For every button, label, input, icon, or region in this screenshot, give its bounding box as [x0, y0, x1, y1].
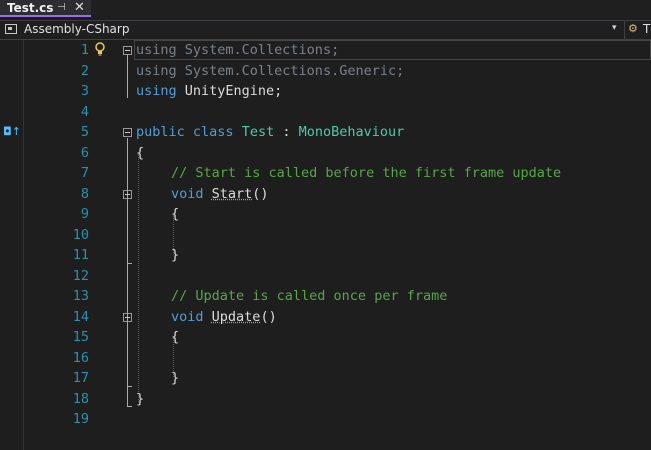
tab-title: Test.cs — [7, 1, 54, 15]
keyword: public — [136, 124, 185, 140]
parens: () — [252, 185, 269, 202]
line-number: 14 — [72, 308, 89, 325]
code-line[interactable]: 3 using UnityEngine; — [24, 81, 651, 102]
code-line[interactable]: 12 — [24, 266, 651, 287]
line-number: 9 — [80, 206, 89, 222]
line-number: 16 — [72, 349, 89, 366]
brace: { — [171, 206, 180, 222]
code-line[interactable]: 6 { — [24, 143, 651, 164]
keyword: void — [171, 308, 204, 325]
project-icon — [5, 24, 17, 34]
project-dropdown[interactable]: Assembly-CSharp ▾ — [0, 21, 625, 40]
line-number: 1 — [80, 42, 89, 58]
code-line[interactable]: 8 void Start() — [24, 184, 651, 205]
class-member-icon[interactable]: ⚙ — [628, 22, 638, 35]
code-line[interactable]: 5 public class Test : MonoBehaviour — [24, 122, 651, 143]
line-number: 17 — [72, 370, 89, 386]
line-number: 15 — [72, 329, 89, 345]
base-class-name: MonoBehaviour — [298, 124, 405, 140]
collapse-toggle[interactable] — [123, 312, 132, 322]
code-line[interactable]: 15 { — [24, 327, 651, 348]
document-tab-strip: Test.cs ⊣ ✕ — [0, 0, 651, 17]
code-line[interactable]: 18 } — [24, 389, 651, 410]
code-line[interactable]: 10 — [24, 225, 651, 246]
line-number: 10 — [72, 226, 89, 243]
brace: } — [171, 370, 180, 386]
line-number: 11 — [72, 247, 89, 263]
lightbulb-icon[interactable] — [94, 42, 106, 56]
line-number: 8 — [80, 185, 89, 202]
pin-icon[interactable]: ⊣ — [57, 2, 66, 13]
collapse-toggle[interactable] — [123, 189, 132, 199]
line-number: 13 — [72, 288, 89, 304]
colon: : — [274, 124, 299, 140]
code-line[interactable]: 9 { — [24, 204, 651, 225]
code-editor[interactable]: 1 using System.Collections; 2 using Syst… — [24, 40, 651, 450]
navbar-divider — [624, 21, 625, 40]
chevron-down-icon: ▾ — [612, 23, 617, 33]
comment: // Start is called before the first fram… — [171, 165, 562, 181]
code-line[interactable]: 14 void Update() — [24, 307, 651, 328]
implementation-indicator-icon[interactable]: ◘↑ — [3, 125, 21, 138]
line-number: 12 — [72, 267, 89, 284]
type-dropdown-label[interactable]: T — [643, 22, 650, 36]
keyword: void — [171, 185, 204, 202]
code-line[interactable]: 4 — [24, 102, 651, 123]
brace: } — [136, 390, 145, 407]
keyword: using — [136, 62, 177, 79]
tab-test-cs[interactable]: Test.cs ⊣ ✕ — [0, 0, 91, 17]
collapse-toggle[interactable] — [123, 128, 132, 137]
code-line[interactable]: 7 // Start is called before the first fr… — [24, 163, 651, 184]
code-line[interactable]: 2 using System.Collections.Generic; — [24, 61, 651, 82]
line-number: 19 — [72, 411, 89, 427]
method-name: Start — [211, 185, 253, 202]
code-line[interactable]: 11 } — [24, 245, 651, 266]
line-number: 7 — [80, 165, 89, 181]
code-line[interactable]: 16 — [24, 348, 651, 369]
collapse-toggle[interactable] — [123, 46, 132, 55]
line-number: 5 — [80, 124, 89, 140]
comment: // Update is called once per frame — [171, 288, 448, 304]
brace: { — [136, 144, 145, 161]
close-icon[interactable]: ✕ — [74, 0, 85, 15]
code-line[interactable]: 13 // Update is called once per frame — [24, 286, 651, 307]
line-number: 6 — [80, 144, 89, 161]
line-number: 3 — [80, 83, 89, 99]
code-line[interactable]: 19 — [24, 409, 651, 430]
project-label: Assembly-CSharp — [24, 22, 130, 36]
line-number: 18 — [72, 390, 89, 407]
keyword: using — [136, 42, 177, 58]
brace: { — [171, 329, 180, 345]
namespace-text: System.Collections.Generic; — [176, 62, 405, 79]
keyword: class — [192, 124, 234, 140]
method-name: Update — [211, 308, 261, 325]
class-name: Test — [241, 124, 275, 140]
code-line[interactable]: 1 using System.Collections; — [24, 40, 651, 61]
navigation-bar: Assembly-CSharp ▾ ⚙ T — [0, 20, 651, 40]
brace: } — [171, 247, 180, 263]
parens: () — [260, 308, 277, 325]
keyword: using — [136, 83, 177, 99]
namespace-text: UnityEngine; — [176, 83, 283, 99]
code-line[interactable]: 17 } — [24, 368, 651, 389]
indicator-margin[interactable]: ◘↑ — [0, 40, 24, 450]
line-number: 2 — [80, 62, 89, 79]
line-number: 4 — [80, 103, 89, 120]
namespace-text: System.Collections; — [176, 42, 340, 58]
